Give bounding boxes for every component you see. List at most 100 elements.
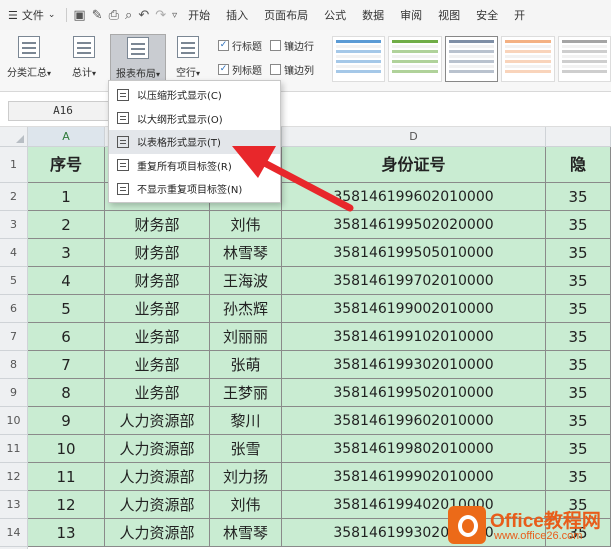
table-cell[interactable]: 7 [28,351,105,379]
table-cell[interactable]: 人力资源部 [105,435,210,463]
row-header[interactable]: 11 [0,435,28,463]
table-cell[interactable]: 张雪 [210,435,282,463]
table-cell[interactable]: 358146199802010000 [282,435,546,463]
print-preview-icon[interactable]: ⌕ [122,8,135,23]
column-header[interactable] [546,127,611,147]
table-cell[interactable]: 业务部 [105,351,210,379]
table-style-swatch[interactable] [557,36,611,82]
tab-security[interactable]: 安全 [468,0,506,30]
tab-home[interactable]: 开始 [180,0,218,30]
table-cell[interactable]: 9 [28,407,105,435]
table-cell[interactable]: 358146199702010000 [282,267,546,295]
header-cell[interactable]: 序号 [28,147,105,183]
table-cell[interactable]: 黎川 [210,407,282,435]
subtotal-button[interactable]: 分类汇总▾ [4,34,54,86]
table-cell[interactable]: 业务部 [105,295,210,323]
row-header[interactable]: 5 [0,267,28,295]
table-cell[interactable]: 358146199602010000 [282,407,546,435]
table-cell[interactable]: 358146199902010000 [282,463,546,491]
col-headers-checkbox[interactable]: ✓ 列标题 [218,62,262,77]
customize-icon[interactable]: ▿ [169,10,180,21]
row-header[interactable]: 13 [0,491,28,519]
table-cell[interactable]: 11 [28,463,105,491]
table-cell[interactable]: 张萌 [210,351,282,379]
table-cell[interactable]: 3 [28,239,105,267]
table-cell[interactable]: 35 [546,267,611,295]
report-layout-button[interactable]: 报表布局▾ [110,34,166,86]
table-cell[interactable]: 林雪琴 [210,519,282,547]
tab-dev[interactable]: 开 [506,0,533,30]
table-cell[interactable]: 人力资源部 [105,519,210,547]
outline-form-item[interactable]: 以大纲形式显示(O) [109,107,280,131]
table-cell[interactable]: 刘伟 [210,491,282,519]
row-headers-checkbox[interactable]: ✓ 行标题 [218,38,262,53]
table-cell[interactable]: 人力资源部 [105,491,210,519]
format-painter-icon[interactable]: ✎ [89,8,106,23]
table-cell[interactable]: 刘力扬 [210,463,282,491]
table-cell[interactable]: 35 [546,379,611,407]
table-cell[interactable]: 358146199502010000 [282,379,546,407]
row-header[interactable]: 8 [0,351,28,379]
table-cell[interactable]: 358146199505010000 [282,239,546,267]
compact-form-item[interactable]: 以压缩形式显示(C) [109,83,280,107]
table-cell[interactable]: 35 [546,211,611,239]
table-cell[interactable]: 35 [546,435,611,463]
row-header[interactable]: 12 [0,463,28,491]
tabular-form-item[interactable]: 以表格形式显示(T) [109,130,280,154]
table-cell[interactable]: 4 [28,267,105,295]
table-cell[interactable]: 358146199002010000 [282,295,546,323]
column-header[interactable]: A [28,127,105,147]
tab-formulas[interactable]: 公式 [316,0,354,30]
redo-icon[interactable]: ↷ [152,8,169,23]
table-cell[interactable]: 业务部 [105,379,210,407]
banded-cols-checkbox[interactable]: 镶边列 [270,62,314,77]
table-cell[interactable]: 业务部 [105,323,210,351]
row-header[interactable]: 10 [0,407,28,435]
table-cell[interactable]: 财务部 [105,211,210,239]
row-header[interactable]: 14 [0,519,28,547]
tab-insert[interactable]: 插入 [218,0,256,30]
table-cell[interactable]: 5 [28,295,105,323]
undo-icon[interactable]: ↶ [135,8,152,23]
table-cell[interactable]: 王梦丽 [210,379,282,407]
repeat-labels-item[interactable]: 重复所有项目标签(R) [109,154,280,178]
header-cell[interactable]: 隐 [546,147,611,183]
select-all-corner[interactable] [0,127,28,147]
print-icon[interactable]: ⎙ [106,8,122,23]
row-header[interactable]: 9 [0,379,28,407]
banded-rows-checkbox[interactable]: 镶边行 [270,38,314,53]
row-header[interactable]: 7 [0,323,28,351]
table-cell[interactable]: 财务部 [105,267,210,295]
table-cell[interactable]: 358146199502020000 [282,211,546,239]
tab-page-layout[interactable]: 页面布局 [256,0,316,30]
table-cell[interactable]: 35 [546,183,611,211]
table-cell[interactable]: 林雪琴 [210,239,282,267]
table-cell[interactable]: 12 [28,491,105,519]
table-cell[interactable]: 人力资源部 [105,407,210,435]
table-style-swatch[interactable] [332,36,386,82]
table-cell[interactable]: 13 [28,519,105,547]
table-style-swatch[interactable] [444,36,499,82]
table-cell[interactable]: 王海波 [210,267,282,295]
table-cell[interactable]: 358146199102010000 [282,323,546,351]
table-cell[interactable]: 刘丽丽 [210,323,282,351]
table-style-swatch[interactable] [388,36,442,82]
table-cell[interactable]: 6 [28,323,105,351]
table-cell[interactable]: 8 [28,379,105,407]
table-cell[interactable]: 35 [546,239,611,267]
table-cell[interactable]: 358146199602010000 [282,183,546,211]
table-style-swatch[interactable] [501,36,555,82]
no-repeat-labels-item[interactable]: 不显示重复项目标签(N) [109,177,280,201]
table-cell[interactable]: 35 [546,407,611,435]
table-cell[interactable]: 35 [546,323,611,351]
table-cell[interactable]: 1 [28,183,105,211]
total-button[interactable]: 总计▾ [62,34,106,86]
tab-review[interactable]: 审阅 [392,0,430,30]
table-cell[interactable]: 刘伟 [210,211,282,239]
tab-data[interactable]: 数据 [354,0,392,30]
blank-rows-button[interactable]: 空行▾ [170,34,206,86]
column-header[interactable]: D [282,127,546,147]
file-menu[interactable]: ☰ 文件 ⌄ [0,0,63,30]
table-cell[interactable]: 35 [546,351,611,379]
table-cell[interactable]: 2 [28,211,105,239]
